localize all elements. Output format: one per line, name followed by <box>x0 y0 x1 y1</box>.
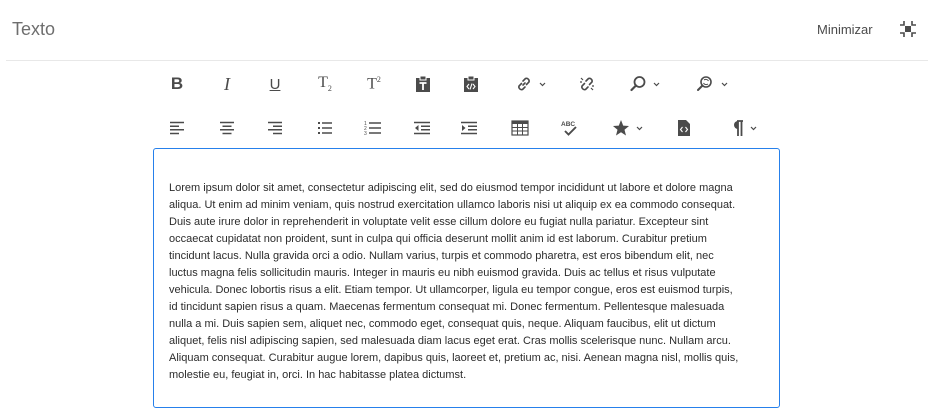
paste-html-button[interactable] <box>460 66 482 102</box>
svg-text:3: 3 <box>364 131 367 136</box>
rich-text-editor[interactable]: Lorem ipsum dolor sit amet, consectetur … <box>153 148 780 408</box>
search-icon <box>629 76 645 92</box>
outdent-button[interactable] <box>412 110 432 146</box>
find-replace-icon <box>696 76 712 91</box>
align-right-button[interactable] <box>265 110 285 146</box>
superscript-button[interactable]: T2 <box>362 66 386 102</box>
table-button[interactable] <box>510 110 530 146</box>
link-button[interactable] <box>510 66 550 102</box>
header-divider <box>6 60 928 61</box>
underline-icon: U <box>269 75 281 93</box>
italic-button[interactable]: I <box>217 66 237 102</box>
subscript-icon: T2 <box>318 74 332 94</box>
underline-button[interactable]: U <box>265 66 285 102</box>
spellcheck-icon: ABC <box>561 121 577 136</box>
toolbar-row-1: B I U T2 T2 <box>153 66 783 102</box>
link-icon <box>517 77 530 91</box>
star-icon <box>612 120 629 136</box>
align-left-button[interactable] <box>167 110 187 146</box>
chevron-down-icon <box>636 126 642 130</box>
chevron-down-icon <box>750 126 756 130</box>
indent-button[interactable] <box>459 110 479 146</box>
bold-icon: B <box>170 74 184 93</box>
find-button[interactable] <box>624 66 664 102</box>
pilcrow-icon <box>733 120 743 136</box>
bullet-list-button[interactable] <box>315 110 335 146</box>
numbered-list-button[interactable]: 1 2 3 <box>363 110 383 146</box>
superscript-icon: T2 <box>367 74 381 93</box>
outdent-icon <box>414 121 430 135</box>
editor-content[interactable]: Lorem ipsum dolor sit amet, consectetur … <box>169 180 744 384</box>
chevron-down-icon <box>653 82 659 86</box>
paste-text-button[interactable] <box>412 66 434 102</box>
paste-text-icon <box>416 75 430 92</box>
panel-header: Texto Minimizar <box>0 0 936 60</box>
special-chars-button[interactable] <box>607 110 647 146</box>
minimize-button[interactable]: Minimizar <box>817 22 873 37</box>
align-center-button[interactable] <box>217 110 237 146</box>
italic-icon: I <box>224 73 230 94</box>
unlink-icon <box>580 77 594 91</box>
table-icon <box>511 120 529 136</box>
fullscreen-exit-icon[interactable] <box>898 19 918 39</box>
numbered-list-icon: 1 2 3 <box>364 121 381 136</box>
spellcheck-button[interactable]: ABC <box>556 110 582 146</box>
unlink-button[interactable] <box>577 66 597 102</box>
toolbar-row-2: 1 2 3 ABC <box>153 110 783 146</box>
chevron-down-icon <box>539 82 545 86</box>
paragraph-button[interactable] <box>724 110 762 146</box>
align-right-icon <box>268 121 282 135</box>
align-left-icon <box>170 121 184 135</box>
bold-button[interactable]: B <box>167 66 187 102</box>
source-edit-button[interactable] <box>674 110 694 146</box>
bullet-list-icon <box>318 122 332 134</box>
source-edit-icon <box>678 120 690 136</box>
chevron-down-icon <box>721 82 727 86</box>
panel-title: Texto <box>12 19 56 39</box>
svg-text:ABC: ABC <box>561 121 575 128</box>
subscript-button[interactable]: T2 <box>313 66 337 102</box>
paste-html-icon <box>464 75 478 92</box>
align-center-icon <box>220 121 234 135</box>
indent-icon <box>461 121 477 135</box>
find-replace-button[interactable] <box>690 66 732 102</box>
